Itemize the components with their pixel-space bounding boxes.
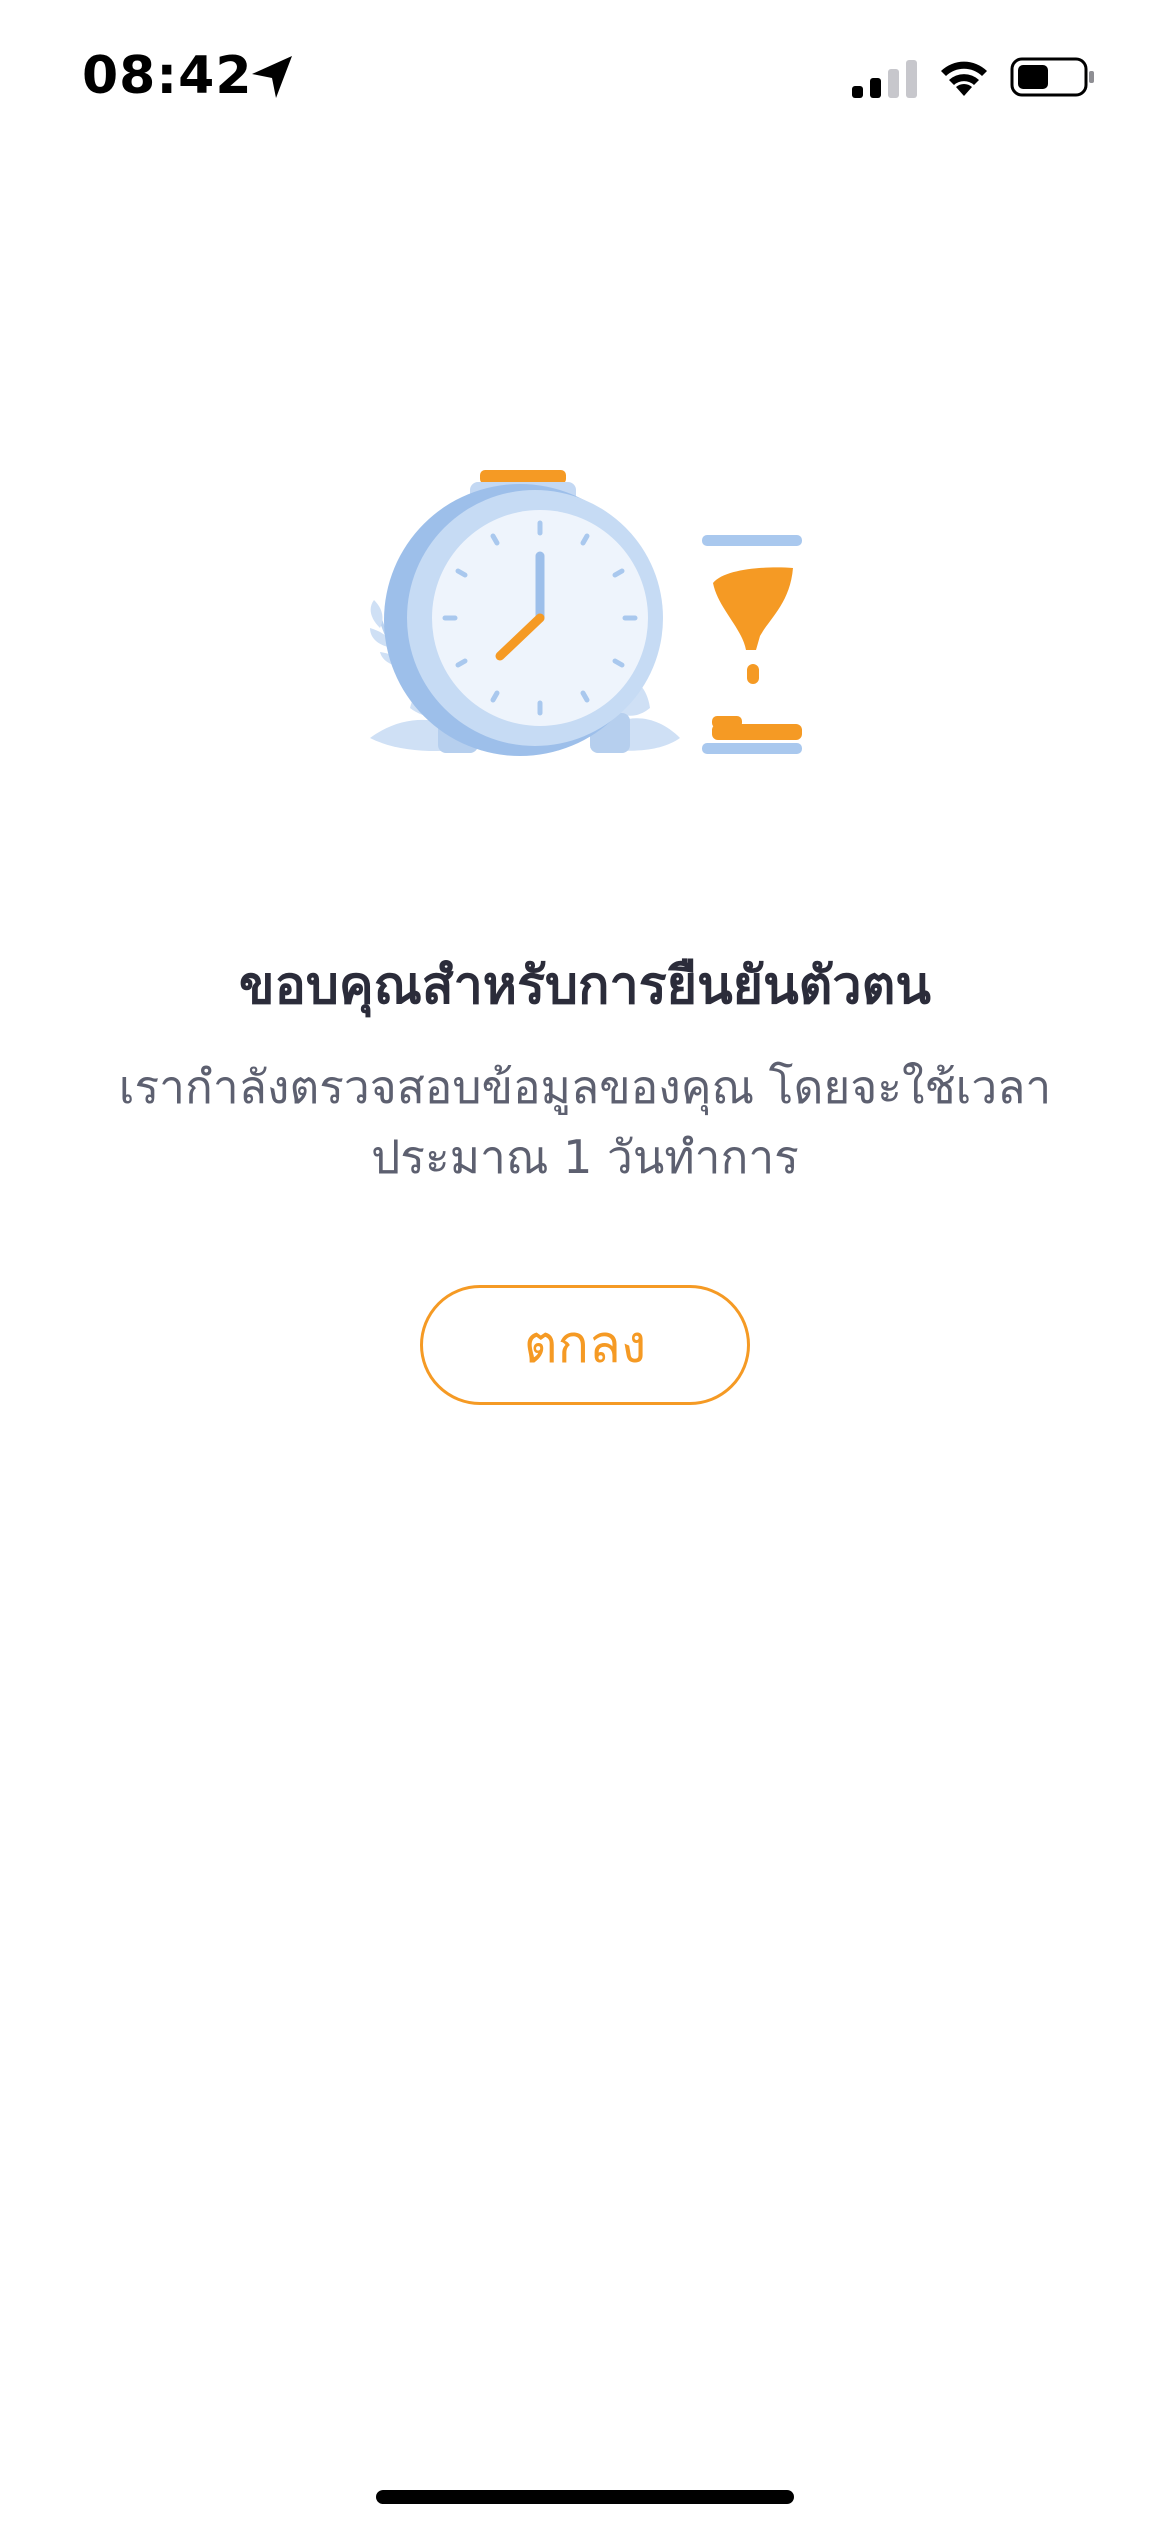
location-arrow-icon xyxy=(252,56,292,98)
alarm-clock-icon xyxy=(384,470,663,756)
ok-button[interactable]: ตกลง xyxy=(420,1285,750,1405)
home-indicator[interactable] xyxy=(376,2490,794,2504)
status-bar: 08:42 xyxy=(0,0,1170,150)
status-time: 08:42 xyxy=(82,46,253,106)
hourglass-icon xyxy=(702,535,802,754)
waiting-illustration xyxy=(370,470,802,756)
wifi-icon xyxy=(941,61,987,96)
page-title: ขอบคุณสำหรับการยืนยันตัวตน xyxy=(239,956,931,1016)
page-subtitle: เรากำลังตรวจสอบข้อมูลของคุณ โดยจะใช้เวลา… xyxy=(118,1060,1052,1184)
battery-icon xyxy=(1010,57,1094,97)
cellular-signal-icon xyxy=(852,60,917,98)
